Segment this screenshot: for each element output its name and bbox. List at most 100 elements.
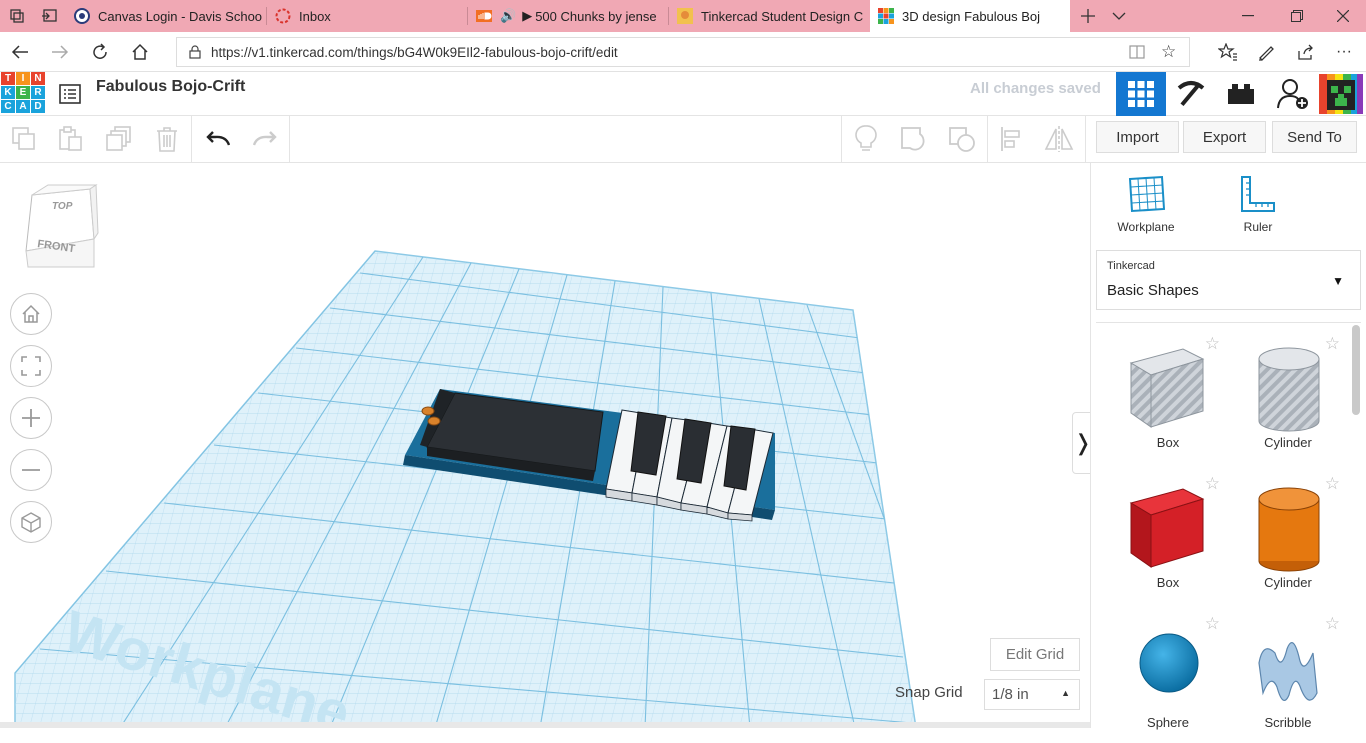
minimize-icon[interactable] (1231, 0, 1265, 32)
toolbar-divider (191, 116, 192, 162)
restore-icon[interactable] (1280, 0, 1314, 32)
shape-label: Cylinder (1264, 575, 1312, 590)
favorite-star-icon[interactable]: ☆ (1205, 474, 1220, 494)
send-to-button[interactable]: Send To (1272, 121, 1357, 153)
3d-workspace[interactable]: Workplane TOP FRONT (0, 163, 1090, 728)
shape-scribble[interactable]: ☆ Scribble (1233, 613, 1343, 743)
model-knob[interactable] (427, 416, 441, 426)
share-icon[interactable] (1285, 32, 1325, 72)
window-bottom-edge (0, 722, 1090, 728)
pen-notes-icon[interactable] (1246, 32, 1286, 72)
bricks-view-button[interactable] (1216, 72, 1266, 116)
favorite-star-icon[interactable]: ☆ (1325, 474, 1340, 494)
audio-playing-icon[interactable]: 🔊 (500, 8, 516, 24)
redo-icon (253, 131, 277, 146)
user-avatar[interactable] (1316, 72, 1366, 116)
cube-icon (21, 512, 41, 533)
tab-title: Tinkercad Student Design C (701, 8, 864, 24)
ruler-tool[interactable]: Ruler (1208, 173, 1308, 238)
3d-view-grid-button[interactable] (1116, 72, 1166, 116)
blocks-pickaxe-button[interactable] (1166, 72, 1216, 116)
browser-tab-tinkercad-student[interactable]: Tinkercad Student Design C (669, 0, 869, 32)
logo-letter: T (1, 72, 15, 85)
group-button[interactable] (891, 116, 937, 162)
mirror-button[interactable] (1036, 116, 1082, 162)
edit-grid-button[interactable]: Edit Grid (990, 638, 1080, 671)
home-view-button[interactable] (10, 293, 52, 335)
workplane-viewport[interactable]: Workplane (0, 163, 1090, 728)
snap-grid-select[interactable]: 1/8 in ▲ (984, 679, 1080, 710)
delete-button[interactable] (144, 116, 190, 162)
import-button[interactable]: Import (1096, 121, 1179, 153)
zoom-in-button[interactable] (10, 397, 52, 439)
redo-button[interactable] (242, 116, 288, 162)
show-all-button[interactable] (843, 116, 889, 162)
url-text: https://v1.tinkercad.com/things/bG4W0k9E… (211, 44, 618, 60)
zoom-out-button[interactable] (10, 449, 52, 491)
browser-tab-soundcloud[interactable]: 🔊 ▶ 500 Chunks by jense (468, 0, 668, 32)
design-title[interactable]: Fabulous Bojo-Crift (96, 78, 245, 96)
favorite-star-icon[interactable]: ☆ (1325, 334, 1340, 354)
panel-scrollbar[interactable] (1352, 325, 1360, 415)
browser-tab-inbox[interactable]: Inbox (267, 0, 467, 32)
reading-view-icon[interactable] (1129, 44, 1145, 65)
design-list-icon[interactable] (45, 72, 95, 116)
library-name: Basic Shapes (1107, 282, 1199, 299)
paste-button[interactable] (48, 116, 94, 162)
paste-icon (59, 126, 82, 151)
favorite-star-icon[interactable]: ☆ (1205, 334, 1220, 354)
view-cube[interactable]: TOP FRONT (20, 183, 100, 273)
close-window-icon[interactable] (1326, 0, 1360, 32)
more-menu-icon[interactable]: ··· (1324, 32, 1364, 72)
back-arrow-icon[interactable] (0, 32, 40, 72)
shape-cylinder[interactable]: ☆ Cylinder (1233, 473, 1343, 603)
toolbar-divider (841, 116, 842, 162)
refresh-icon[interactable] (80, 32, 120, 72)
ungroup-button[interactable] (939, 116, 985, 162)
logo-letter: N (31, 72, 45, 85)
add-user-button[interactable] (1268, 72, 1318, 116)
fit-view-button[interactable] (10, 345, 52, 387)
workplane-grid-icon (1128, 175, 1166, 213)
shape-box-hole[interactable]: ☆ Box (1113, 333, 1223, 463)
lock-icon (189, 45, 201, 59)
grid-view-icon (1128, 81, 1154, 107)
shape-sphere[interactable]: ☆ Sphere (1113, 613, 1223, 743)
url-field[interactable]: https://v1.tinkercad.com/things/bG4W0k9E… (176, 37, 1190, 67)
play-icon: ▶ (522, 8, 533, 23)
workplane-tool[interactable]: Workplane (1096, 173, 1196, 238)
new-tab-icon[interactable] (1071, 0, 1105, 32)
model-knob[interactable] (421, 406, 435, 416)
browser-tab-canvas[interactable]: Canvas Login - Davis Schoo (66, 0, 266, 32)
favorite-star-icon[interactable]: ☆ (1161, 42, 1176, 62)
tab-actions-icon[interactable] (0, 0, 34, 32)
shape-library-dropdown[interactable]: Tinkercad Basic Shapes ▼ (1096, 250, 1361, 310)
favorites-hub-icon[interactable] (1208, 32, 1248, 72)
logo-letter: E (16, 86, 30, 99)
home-icon[interactable] (120, 32, 160, 72)
copy-button[interactable] (1, 116, 47, 162)
toolbar-divider (987, 116, 988, 162)
browser-tab-active-design[interactable]: 3D design Fabulous Boj (870, 0, 1070, 32)
shape-label: Box (1156, 435, 1180, 450)
logo-letter: K (1, 86, 15, 99)
perspective-toggle-button[interactable] (10, 501, 52, 543)
toolbar-divider (289, 116, 290, 162)
undo-button[interactable] (195, 116, 241, 162)
logo-letter: A (16, 100, 30, 113)
shape-label: Box (1156, 575, 1180, 590)
tab-list-chevron-icon[interactable] (1102, 0, 1136, 32)
set-tabs-aside-icon[interactable] (32, 0, 66, 32)
shape-cylinder-hole[interactable]: ☆ Cylinder (1233, 333, 1343, 463)
workplane-tool-label: Workplane (1117, 220, 1175, 234)
tinkercad-logo[interactable]: T I N K E R C A D (1, 72, 45, 113)
align-button[interactable] (989, 116, 1035, 162)
view-cube-top-label: TOP (52, 201, 73, 212)
caret-down-icon: ▼ (1332, 274, 1344, 288)
duplicate-button[interactable] (96, 116, 142, 162)
forward-arrow-icon[interactable] (40, 32, 80, 72)
favorite-star-icon[interactable]: ☆ (1325, 614, 1340, 634)
export-button[interactable]: Export (1183, 121, 1266, 153)
favorite-star-icon[interactable]: ☆ (1205, 614, 1220, 634)
shape-box[interactable]: ☆ Box (1113, 473, 1223, 603)
